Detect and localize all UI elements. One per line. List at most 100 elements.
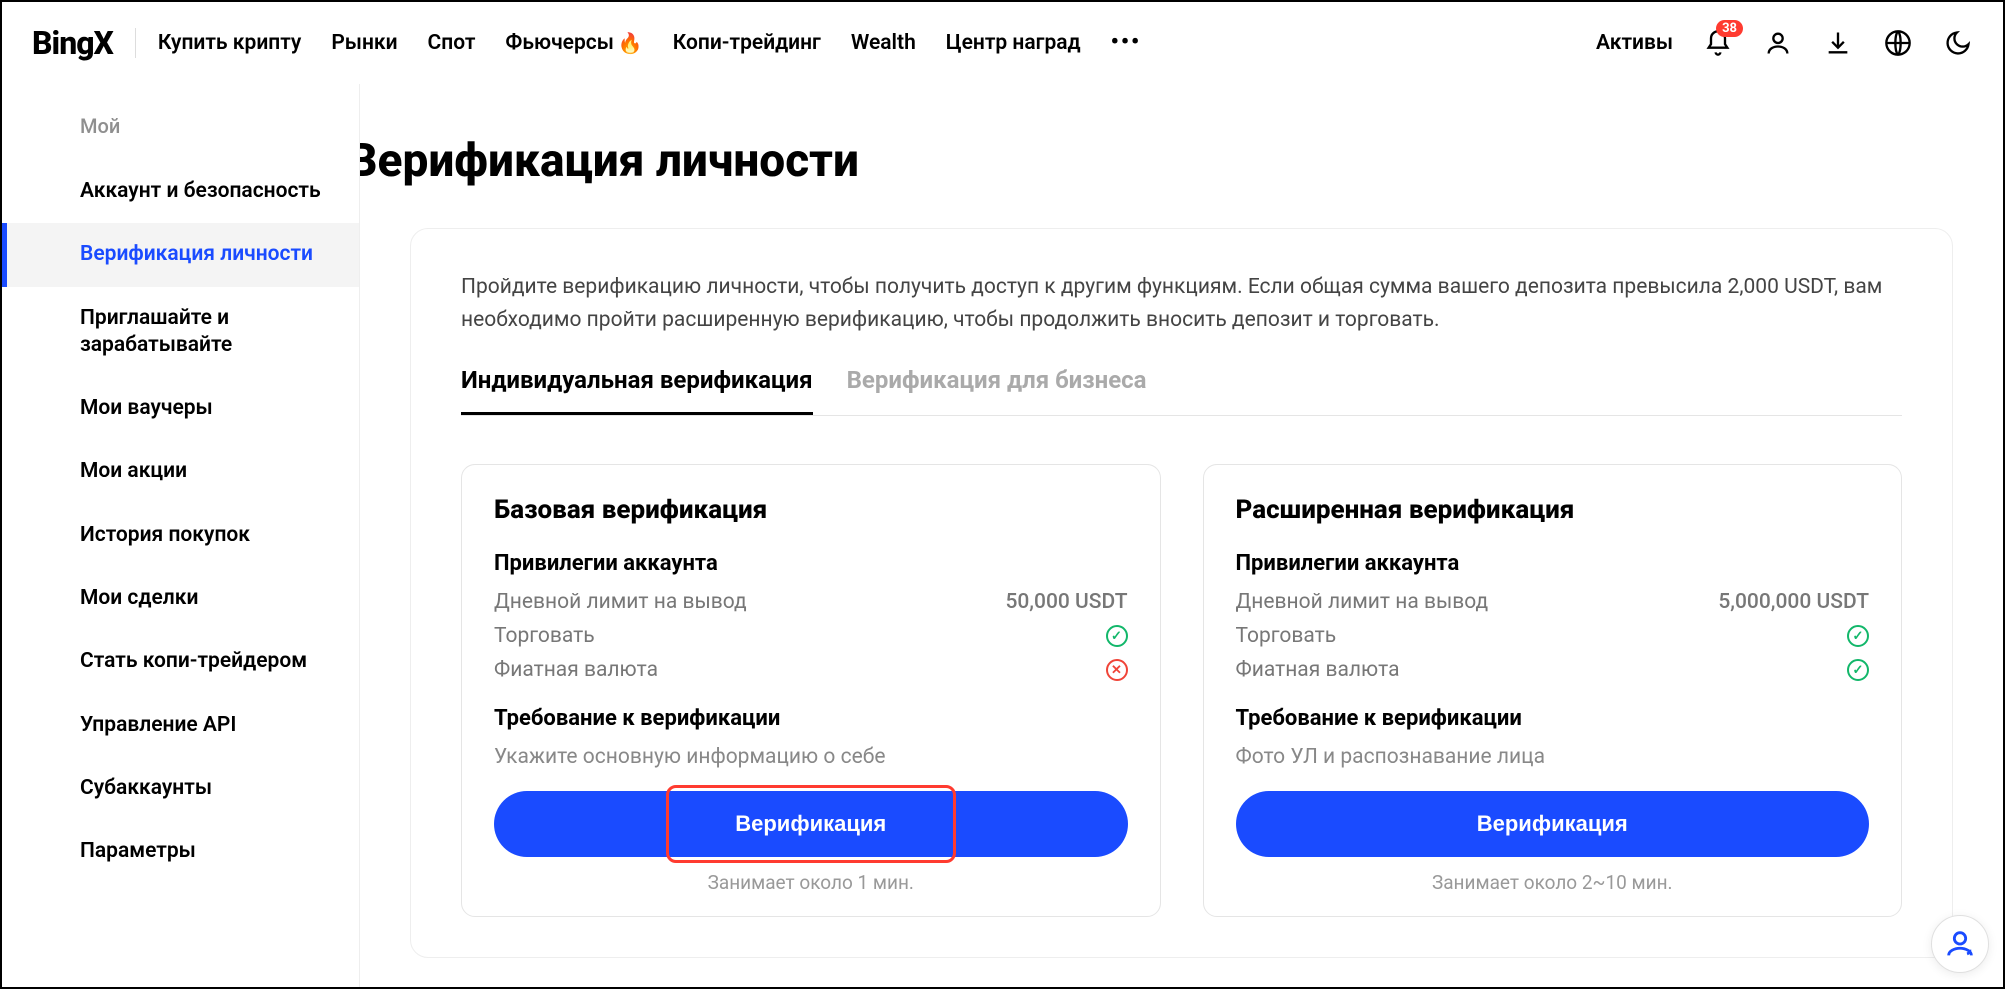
- row-value: 50,000 USDT: [1005, 590, 1127, 614]
- sidebar-item-label: Параметры: [80, 839, 196, 863]
- verification-panel: Пройдите верификацию личности, чтобы пол…: [410, 228, 1953, 958]
- sidebar-item-referral[interactable]: Приглашайте и зарабатывайте: [2, 287, 359, 378]
- sidebar: Мой Аккаунт и безопасность Верификация л…: [2, 84, 360, 987]
- nav-label: Купить крипту: [158, 31, 301, 55]
- nav-assets[interactable]: Активы: [1596, 31, 1673, 55]
- sidebar-item-settings[interactable]: Параметры: [2, 820, 359, 883]
- sidebar-item-api-management[interactable]: Управление API: [2, 694, 359, 757]
- row-fiat: Фиатная валюта ✓: [1236, 658, 1870, 682]
- requirements-heading: Требование к верификации: [494, 706, 1128, 731]
- language-icon[interactable]: [1883, 28, 1913, 58]
- nav-wealth[interactable]: Wealth: [851, 31, 916, 55]
- check-icon: ✓: [1106, 625, 1128, 647]
- verify-advanced-button[interactable]: Верификация: [1236, 791, 1870, 857]
- sidebar-item-vouchers[interactable]: Мои ваучеры: [2, 377, 359, 440]
- requirements-desc: Фото УЛ и распознавание лица: [1236, 745, 1870, 769]
- notifications-badge: 38: [1716, 20, 1743, 37]
- nav-label: Копи-трейдинг: [673, 31, 821, 55]
- row-withdrawal-limit: Дневной лимит на вывод 5,000,000 USDT: [1236, 590, 1870, 614]
- row-value: 5,000,000 USDT: [1718, 590, 1869, 614]
- sidebar-item-label: Приглашайте и зарабатывайте: [80, 306, 232, 357]
- sidebar-item-purchase-history[interactable]: История покупок: [2, 504, 359, 567]
- sidebar-item-become-copy-trader[interactable]: Стать копи-трейдером: [2, 630, 359, 693]
- row-label: Торговать: [494, 624, 595, 648]
- nav-links: Купить крипту Рынки Спот Фьючерсы🔥 Копи-…: [158, 30, 1141, 55]
- privileges-heading: Привилегии аккаунта: [494, 551, 1128, 576]
- nav-assets-label: Активы: [1596, 31, 1673, 55]
- sidebar-item-label: Аккаунт и безопасность: [80, 179, 321, 203]
- notifications-icon[interactable]: 38: [1703, 28, 1733, 58]
- nav-futures[interactable]: Фьючерсы🔥: [505, 31, 642, 55]
- card-title: Расширенная верификация: [1236, 495, 1870, 525]
- sidebar-item-trades[interactable]: Мои сделки: [2, 567, 359, 630]
- row-withdrawal-limit: Дневной лимит на вывод 50,000 USDT: [494, 590, 1128, 614]
- logo[interactable]: BingX: [32, 24, 113, 62]
- nav-copy-trading[interactable]: Копи-трейдинг: [673, 31, 821, 55]
- sidebar-item-promotions[interactable]: Мои акции: [2, 440, 359, 503]
- tab-business[interactable]: Верификация для бизнеса: [847, 366, 1147, 415]
- sidebar-item-subaccounts[interactable]: Субаккаунты: [2, 757, 359, 820]
- nav-label: Рынки: [331, 31, 397, 55]
- nav-right: Активы 38: [1596, 28, 1973, 58]
- tabs: Индивидуальная верификация Верификация д…: [461, 366, 1902, 416]
- nav-rewards[interactable]: Центр наград: [946, 31, 1081, 55]
- sidebar-item-identity-verification[interactable]: Верификация личности: [2, 223, 359, 286]
- row-trade: Торговать ✓: [494, 624, 1128, 648]
- row-label: Дневной лимит на вывод: [494, 590, 747, 614]
- cta-note: Занимает около 1 мин.: [494, 871, 1128, 894]
- check-icon: ✓: [1847, 659, 1869, 681]
- sidebar-item-account-security[interactable]: Аккаунт и безопасность: [2, 160, 359, 223]
- row-label: Фиатная валюта: [1236, 658, 1400, 682]
- divider: [135, 28, 136, 58]
- row-trade: Торговать ✓: [1236, 624, 1870, 648]
- sidebar-item-label: Управление API: [80, 713, 236, 737]
- cross-icon: ✕: [1106, 659, 1128, 681]
- row-label: Торговать: [1236, 624, 1337, 648]
- cta-note: Занимает около 2~10 мин.: [1236, 871, 1870, 894]
- row-fiat: Фиатная валюта ✕: [494, 658, 1128, 682]
- nav-label: Центр наград: [946, 31, 1081, 55]
- support-chat-icon[interactable]: [1931, 915, 1989, 973]
- row-label: Дневной лимит на вывод: [1236, 590, 1489, 614]
- layout: Мой Аккаунт и безопасность Верификация л…: [2, 84, 2003, 987]
- verify-basic-button[interactable]: Верификация: [494, 791, 1128, 857]
- button-label: Верификация: [1477, 811, 1628, 836]
- nav-spot[interactable]: Спот: [428, 31, 476, 55]
- card-basic-verification: Базовая верификация Привилегии аккаунта …: [461, 464, 1161, 917]
- cta-wrap: Верификация: [494, 791, 1128, 857]
- card-title: Базовая верификация: [494, 495, 1128, 525]
- main: Верификация личности Пройдите верификаци…: [360, 84, 2003, 987]
- fire-icon: 🔥: [618, 31, 643, 55]
- card-advanced-verification: Расширенная верификация Привилегии аккау…: [1203, 464, 1903, 917]
- nav-markets[interactable]: Рынки: [331, 31, 397, 55]
- verification-cards: Базовая верификация Привилегии аккаунта …: [461, 464, 1902, 917]
- account-icon[interactable]: [1763, 28, 1793, 58]
- dark-mode-icon[interactable]: [1943, 28, 1973, 58]
- sidebar-item-label: Мои акции: [80, 459, 187, 483]
- requirements-desc: Укажите основную информацию о себе: [494, 745, 1128, 769]
- row-label: Фиатная валюта: [494, 658, 658, 682]
- sidebar-item-label: Стать копи-трейдером: [80, 649, 307, 673]
- tab-individual[interactable]: Индивидуальная верификация: [461, 366, 813, 415]
- nav-label: Фьючерсы: [505, 31, 613, 55]
- panel-intro: Пройдите верификацию личности, чтобы пол…: [461, 271, 1902, 336]
- logo-text: BingX: [32, 24, 113, 62]
- privileges-heading: Привилегии аккаунта: [1236, 551, 1870, 576]
- check-icon: ✓: [1847, 625, 1869, 647]
- tab-label: Верификация для бизнеса: [847, 366, 1147, 394]
- download-icon[interactable]: [1823, 28, 1853, 58]
- page-title: Верификация личности: [360, 134, 1953, 188]
- nav-buy-crypto[interactable]: Купить крипту: [158, 31, 301, 55]
- cta-wrap: Верификация: [1236, 791, 1870, 857]
- sidebar-item-label: Верификация личности: [80, 242, 313, 266]
- nav-label: Спот: [428, 31, 476, 55]
- sidebar-item-label: Субаккаунты: [80, 776, 212, 800]
- sidebar-item-label: Мои сделки: [80, 586, 198, 610]
- nav-more-icon[interactable]: •••: [1111, 30, 1141, 55]
- top-nav: BingX Купить крипту Рынки Спот Фьючерсы🔥…: [2, 2, 2003, 84]
- sidebar-header: Мой: [2, 106, 359, 160]
- button-label: Верификация: [735, 811, 886, 836]
- sidebar-item-label: Мои ваучеры: [80, 396, 213, 420]
- tab-label: Индивидуальная верификация: [461, 366, 813, 394]
- nav-label: Wealth: [851, 31, 916, 55]
